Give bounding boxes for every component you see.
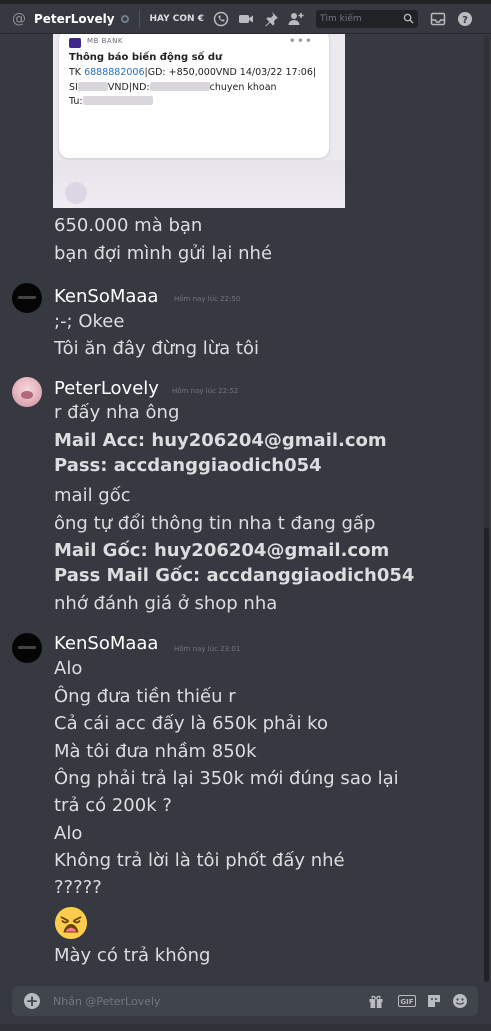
blurred-icon (65, 182, 87, 204)
message-input[interactable] (53, 993, 303, 1009)
scrollbar-thumb[interactable] (484, 528, 489, 982)
message-timestamp: Hôm nay lúc 23:01 (174, 645, 241, 653)
header-divider (138, 9, 140, 28)
message-line: Alo (54, 823, 83, 844)
message-timestamp: Hôm nay lúc 22:50 (174, 295, 241, 303)
image-attachment[interactable]: MB BANK ••• Thông báo biến động số dư TK… (53, 34, 345, 208)
notification-line-1: TK 6888882006|GD: +850,000VND 14/03/22 1… (69, 67, 317, 78)
avatar[interactable] (12, 633, 42, 663)
more-dots-icon: ••• (288, 34, 313, 48)
help-icon[interactable]: ? (457, 11, 473, 27)
message-author[interactable]: KenSoMaaa (54, 286, 158, 308)
message-line-bold: Pass Mail Gốc: accdanggiaodich054 (54, 565, 415, 586)
message-line: Không trả lời là tôi phốt đấy nhé (54, 850, 345, 871)
message-line-bold: Pass: accdanggiaodich054 (54, 455, 322, 476)
bank-label: MB BANK (87, 37, 123, 45)
pin-icon[interactable] (263, 11, 279, 27)
channel-header: @ PeterLovely HAY CON € Tìm kiếm ? (0, 4, 491, 34)
message-line: bạn đợi mình gửi lại nhé (54, 243, 273, 264)
message-author[interactable]: PeterLovely (54, 378, 159, 400)
message-timestamp: Hôm nay lúc 22:52 (172, 387, 239, 395)
svg-text:?: ? (462, 15, 468, 26)
bank-notification-card: MB BANK ••• Thông báo biến động số dư TK… (59, 34, 329, 158)
message-composer: + GIF (12, 986, 478, 1016)
voice-call-icon[interactable] (213, 11, 229, 27)
message-line: trả có 200k ? (54, 795, 172, 816)
inbox-icon[interactable] (430, 11, 446, 27)
window-frame-bottom (0, 1024, 491, 1031)
offline-status-icon (120, 14, 129, 23)
message-line: ;-; Okee (54, 311, 125, 332)
sticker-icon[interactable] (426, 993, 442, 1009)
add-attachment-icon[interactable]: + (24, 993, 40, 1009)
notification-title: Thông báo biến động số dư (69, 52, 223, 63)
weary-face-emoji-icon (54, 906, 88, 940)
emoji-picker-icon[interactable] (452, 993, 468, 1009)
notification-line-3: Tu: (69, 95, 153, 107)
message-line: Mày có trả không (54, 945, 211, 966)
avatar[interactable] (12, 283, 42, 313)
attachment-background (53, 160, 345, 208)
message-author[interactable]: KenSoMaaa (54, 633, 158, 655)
message-line: 650.000 mà bạn (54, 215, 203, 236)
message-line: ????? (54, 877, 102, 898)
message-line: Ông đưa tiền thiếu r (54, 686, 236, 707)
message-line: r đấy nha ông (54, 402, 180, 423)
channel-name: HAY CON € (149, 13, 204, 24)
gift-icon[interactable] (368, 993, 384, 1009)
message-line-bold: Mail Gốc: huy206204@gmail.com (54, 540, 390, 561)
search-placeholder: Tìm kiếm (320, 13, 362, 24)
message-line: Mà tôi đưa nhầm 850k (54, 741, 257, 762)
message-line-bold: Mail Acc: huy206204@gmail.com (54, 430, 387, 451)
add-friend-icon[interactable] (288, 11, 304, 27)
message-line: Alo (54, 658, 83, 679)
bank-logo-icon (69, 38, 81, 48)
message-line: Ông phải trả lại 350k mới đúng sao lại (54, 768, 399, 789)
message-line: ông tự đổi thông tin nha t đang gấp (54, 513, 376, 534)
search-box[interactable]: Tìm kiếm (316, 9, 418, 28)
gif-button[interactable]: GIF (398, 995, 416, 1007)
avatar[interactable] (12, 377, 42, 407)
at-sign-icon: @ (12, 10, 26, 27)
message-line: nhớ đánh giá ở shop nha (54, 593, 278, 614)
message-line: mail gốc (54, 485, 131, 506)
dm-user-name[interactable]: PeterLovely (34, 12, 115, 26)
video-call-icon[interactable] (238, 11, 254, 27)
notification-line-2: SI VND|ND: chuyen khoan (69, 82, 277, 93)
search-icon (403, 13, 414, 24)
message-line: Tôi ăn đây đừng lừa tôi (54, 338, 259, 359)
message-line: Cả cái acc đấy là 650k phải ko (54, 713, 328, 734)
